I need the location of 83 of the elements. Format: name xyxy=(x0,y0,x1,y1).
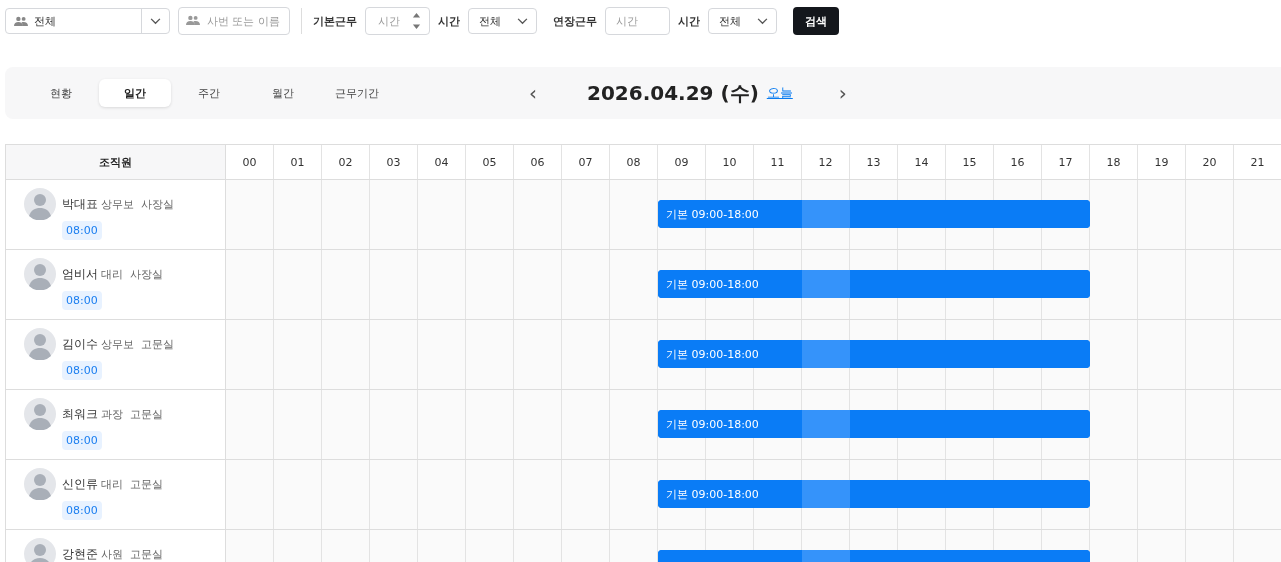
basic-hours-select[interactable]: 전체 xyxy=(468,8,537,34)
hour-column-header: 10 xyxy=(706,145,754,179)
search-field[interactable]: 사번 또는 이름 xyxy=(178,7,290,35)
work-time-badge: 08:00 xyxy=(62,361,102,380)
view-tab[interactable]: 현황 xyxy=(25,79,97,107)
member-position: 과장 xyxy=(101,407,123,422)
basic-work-label: 기본근무 xyxy=(313,13,357,29)
member-department: 고문실 xyxy=(130,477,163,492)
hour-column-header: 17 xyxy=(1042,145,1090,179)
hour-column-header: 13 xyxy=(850,145,898,179)
hour-column-header: 00 xyxy=(226,145,274,179)
previous-day-button[interactable]: ‹ xyxy=(523,81,543,105)
overtime-hours-select[interactable]: 전체 xyxy=(708,8,777,34)
chevron-down-icon xyxy=(150,17,161,25)
avatar-silhouette-icon xyxy=(24,328,56,360)
hour-column-header: 04 xyxy=(418,145,466,179)
hour-column-header: 05 xyxy=(466,145,514,179)
hours-label: 시간 xyxy=(438,13,460,29)
basic-work-hours-input[interactable]: 시간 xyxy=(365,7,430,35)
view-tab[interactable]: 주간 xyxy=(173,79,245,107)
work-time-badge: 08:00 xyxy=(62,291,102,310)
hour-column-header: 19 xyxy=(1138,145,1186,179)
hour-column-header: 14 xyxy=(898,145,946,179)
hour-column-header: 08 xyxy=(610,145,658,179)
shift-bar[interactable]: 기본 09:00-18:00 xyxy=(658,270,1090,298)
overtime-work-label: 연장근무 xyxy=(553,13,597,29)
avatar-silhouette-icon xyxy=(24,468,56,500)
view-tab[interactable]: 근무기간 xyxy=(321,79,393,107)
work-time-badge: 08:00 xyxy=(62,221,102,240)
current-date: 2026.04.29 (수) xyxy=(587,79,759,107)
hour-column-header: 15 xyxy=(946,145,994,179)
work-time-badge: 08:00 xyxy=(62,431,102,450)
member-position: 대리 xyxy=(101,267,123,282)
chevron-down-icon xyxy=(517,17,528,25)
avatar-silhouette-icon xyxy=(24,188,56,220)
avatar-silhouette-icon xyxy=(24,258,56,290)
hour-column-header: 02 xyxy=(322,145,370,179)
member-department: 사장실 xyxy=(130,267,163,282)
hour-column-header: 01 xyxy=(274,145,322,179)
member-position: 사원 xyxy=(101,547,123,562)
avatar-silhouette-icon xyxy=(24,398,56,430)
member-department: 고문실 xyxy=(141,337,174,352)
view-tab[interactable]: 일간 xyxy=(99,79,171,107)
member-department: 고문실 xyxy=(130,547,163,562)
chevron-down-icon xyxy=(757,17,768,25)
search-button[interactable]: 검색 xyxy=(793,7,839,35)
member-name: 강현준 xyxy=(62,546,98,562)
next-day-button[interactable]: › xyxy=(832,81,853,105)
hour-column-header: 11 xyxy=(754,145,802,179)
member-name: 최워크 xyxy=(62,406,98,423)
shift-bar[interactable]: 기본 09:00-18:00 xyxy=(658,200,1090,228)
hour-column-header: 03 xyxy=(370,145,418,179)
shift-bar[interactable]: 기본 09:00-18:00 xyxy=(658,340,1090,368)
member-position: 상무보 xyxy=(101,197,134,212)
member-name: 김이수 xyxy=(62,336,98,353)
hour-column-header: 07 xyxy=(562,145,610,179)
member-name: 박대표 xyxy=(62,196,98,213)
hour-column-header: 21 xyxy=(1234,145,1281,179)
member-column-header: 조직원 xyxy=(6,145,226,179)
hour-column-header: 09 xyxy=(658,145,706,179)
hour-column-header: 12 xyxy=(802,145,850,179)
member-position: 상무보 xyxy=(101,337,134,352)
overtime-hours-input[interactable]: 시간 xyxy=(605,7,670,35)
view-tab[interactable]: 월간 xyxy=(247,79,319,107)
hours-label: 시간 xyxy=(678,13,700,29)
shift-bar[interactable]: 기본 09:00-18:00 xyxy=(658,410,1090,438)
organization-select[interactable]: 전체 xyxy=(5,8,170,34)
work-time-badge: 08:00 xyxy=(62,501,102,520)
people-icon xyxy=(14,15,28,27)
hour-column-header: 06 xyxy=(514,145,562,179)
member-department: 사장실 xyxy=(141,197,174,212)
spinner-arrows-icon xyxy=(412,11,421,31)
member-name: 엄비서 xyxy=(62,266,98,283)
shift-bar[interactable]: 기본 09:00-18:00 xyxy=(658,480,1090,508)
avatar-silhouette-icon xyxy=(24,538,56,562)
member-name: 신인류 xyxy=(62,476,98,493)
member-department: 고문실 xyxy=(130,407,163,422)
hour-column-header: 16 xyxy=(994,145,1042,179)
hour-column-header: 20 xyxy=(1186,145,1234,179)
today-link[interactable]: 오늘 xyxy=(766,84,793,102)
member-position: 대리 xyxy=(101,477,123,492)
people-icon xyxy=(186,15,200,26)
hour-column-header: 18 xyxy=(1090,145,1138,179)
